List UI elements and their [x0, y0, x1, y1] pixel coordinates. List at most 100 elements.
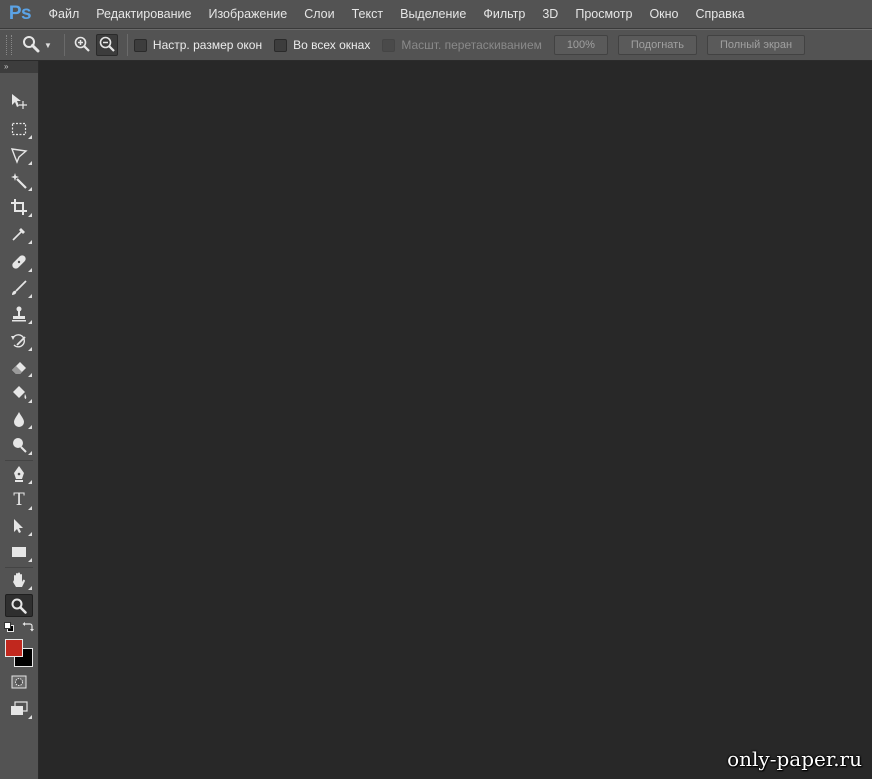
zoom-icon — [22, 35, 40, 56]
menu-file[interactable]: Файл — [40, 0, 88, 29]
all-windows-checkbox[interactable] — [274, 38, 288, 52]
chevron-down-icon: ▼ — [44, 40, 52, 50]
clone-stamp-tool[interactable] — [5, 302, 33, 325]
actual-pixels-button[interactable]: 100% — [553, 35, 608, 55]
foreground-color-swatch[interactable] — [5, 639, 23, 657]
menu-help[interactable]: Справка — [687, 0, 753, 29]
menu-image[interactable]: Изображение — [200, 0, 296, 29]
marquee-tool[interactable] — [5, 117, 33, 140]
dodge-tool-icon — [10, 436, 28, 454]
magic-wand-tool-icon — [10, 172, 28, 190]
rectangle-tool[interactable] — [5, 540, 33, 563]
eyedropper-tool-icon — [10, 225, 28, 243]
path-selection-tool[interactable] — [5, 514, 33, 537]
tool-flyout-indicator — [28, 320, 32, 324]
menu-layers[interactable]: Слои — [296, 0, 343, 29]
pen-tool-icon — [10, 465, 28, 483]
clone-stamp-tool-icon — [10, 305, 28, 323]
tool-flyout-indicator — [28, 240, 32, 244]
menu-view[interactable]: Просмотр — [567, 0, 641, 29]
zoom-in-button[interactable] — [71, 34, 93, 56]
menu-window[interactable]: Окно — [641, 0, 687, 29]
fill-screen-button[interactable]: Полный экран — [706, 35, 806, 55]
menu-type[interactable]: Текст — [343, 0, 391, 29]
zoom-tool-icon — [10, 597, 28, 615]
watermark-text: only-paper.ru — [727, 747, 862, 771]
crop-tool[interactable] — [5, 195, 33, 218]
screen-mode-icon — [10, 700, 28, 717]
tool-flyout-indicator — [28, 532, 32, 536]
history-brush-tool-icon — [10, 332, 28, 350]
marquee-tool-icon — [10, 120, 28, 138]
photoshop-logo: Ps — [8, 3, 32, 24]
scrubby-zoom-checkbox — [382, 38, 396, 52]
tool-flyout-indicator — [28, 373, 32, 377]
paint-bucket-tool-icon — [10, 384, 28, 402]
resize-windows-checkbox[interactable] — [133, 38, 147, 52]
menu-edit[interactable]: Редактирование — [88, 0, 200, 29]
tool-flyout-indicator — [28, 187, 32, 191]
type-tool[interactable]: T — [5, 488, 33, 511]
healing-brush-tool-icon — [10, 253, 28, 271]
tool-flyout-indicator — [28, 213, 32, 217]
tool-flyout-indicator — [28, 506, 32, 510]
menu-bar: Ps Файл Редактирование Изображение Слои … — [0, 0, 872, 29]
options-divider — [126, 34, 128, 56]
hand-tool-icon — [10, 571, 28, 589]
zoom-out-button[interactable] — [95, 34, 118, 56]
tool-divider — [5, 460, 33, 461]
path-selection-tool-icon — [10, 517, 28, 535]
eyedropper-tool[interactable] — [5, 222, 33, 245]
tool-flyout-indicator — [28, 586, 32, 590]
tool-flyout-indicator — [28, 161, 32, 165]
healing-brush-tool[interactable] — [5, 250, 33, 273]
zoom-tool[interactable] — [5, 594, 33, 617]
tool-flyout-indicator — [28, 347, 32, 351]
tool-flyout-indicator — [28, 451, 32, 455]
tool-flyout-indicator — [28, 425, 32, 429]
default-colors-button[interactable] — [4, 621, 15, 635]
fit-screen-button[interactable]: Подогнать — [617, 35, 697, 55]
swap-colors-button[interactable] — [22, 620, 34, 635]
lasso-tool[interactable] — [5, 143, 33, 166]
scrubby-zoom-label: Масшт. перетаскиванием — [401, 38, 542, 52]
pen-tool[interactable] — [5, 462, 33, 485]
screen-mode-button[interactable] — [5, 697, 33, 720]
type-tool-icon: T — [13, 489, 25, 510]
hand-tool[interactable] — [5, 568, 33, 591]
tool-preset-picker[interactable]: ▼ — [22, 35, 52, 56]
tool-flyout-indicator — [28, 294, 32, 298]
all-windows-option[interactable]: Во всех окнах — [274, 38, 370, 52]
menu-select[interactable]: Выделение — [392, 0, 475, 29]
tool-flyout-indicator — [28, 268, 32, 272]
quick-mask-icon — [10, 674, 28, 690]
zoom-out-icon — [99, 36, 115, 55]
dodge-tool[interactable] — [5, 433, 33, 456]
tool-flyout-indicator — [28, 715, 32, 719]
move-tool-icon — [10, 92, 28, 110]
options-bar: ▼ Настр. размер окон Во всех окнах Масшт… — [0, 29, 872, 61]
all-windows-label: Во всех окнах — [293, 38, 371, 52]
resize-windows-option[interactable]: Настр. размер окон — [133, 38, 263, 52]
eraser-tool-icon — [10, 358, 28, 376]
tool-flyout-indicator — [28, 135, 32, 139]
brush-tool-icon — [10, 279, 28, 297]
menu-filter[interactable]: Фильтр — [475, 0, 534, 29]
quick-mask-button[interactable] — [5, 670, 33, 693]
eraser-tool[interactable] — [5, 355, 33, 378]
magic-wand-tool[interactable] — [5, 169, 33, 192]
default-colors-icon — [4, 621, 15, 635]
history-brush-tool[interactable] — [5, 329, 33, 352]
blur-tool[interactable] — [5, 407, 33, 430]
lasso-tool-icon — [10, 146, 28, 164]
move-tool[interactable] — [5, 89, 33, 112]
tools-panel: » T — [0, 61, 39, 779]
canvas-area[interactable] — [40, 61, 872, 779]
options-divider — [63, 34, 65, 56]
menu-3d[interactable]: 3D — [534, 0, 567, 29]
resize-windows-label: Настр. размер окон — [152, 38, 263, 52]
tools-panel-collapse[interactable]: » — [0, 61, 38, 73]
options-bar-grip[interactable] — [6, 35, 12, 55]
brush-tool[interactable] — [5, 276, 33, 299]
paint-bucket-tool[interactable] — [5, 381, 33, 404]
